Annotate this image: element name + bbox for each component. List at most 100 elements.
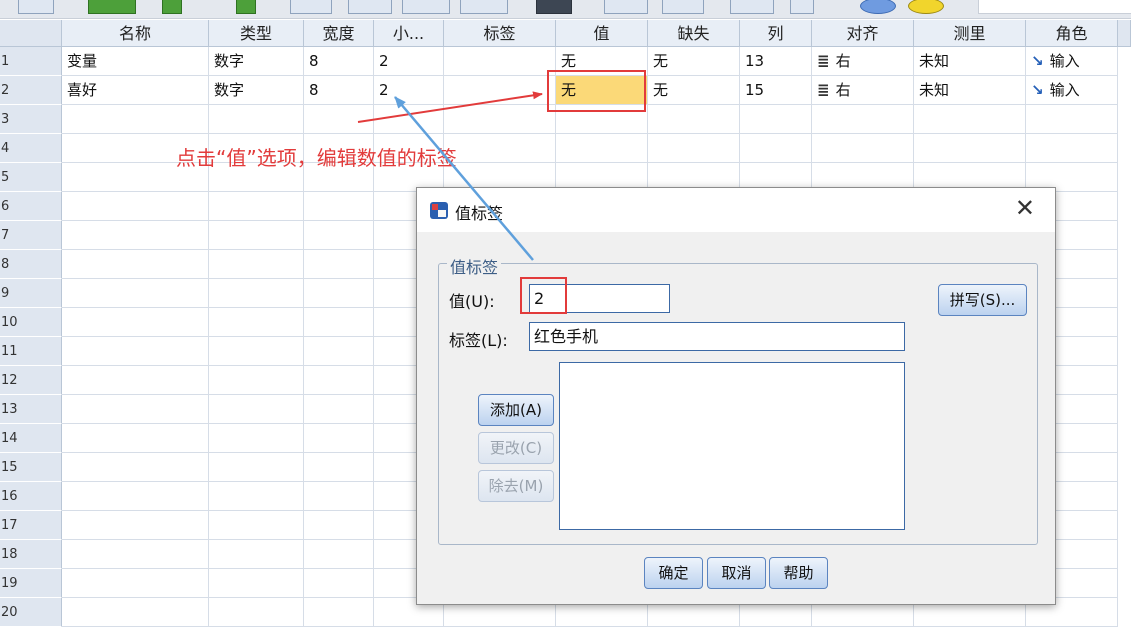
- header-label[interactable]: 标签: [444, 20, 556, 47]
- cell-decimals[interactable]: [374, 105, 444, 134]
- cell-width[interactable]: [304, 250, 374, 279]
- toolbar-split-icon[interactable]: [536, 0, 572, 14]
- cell-type[interactable]: [209, 511, 304, 540]
- cell-width[interactable]: [304, 453, 374, 482]
- cell-type[interactable]: [209, 221, 304, 250]
- cell-role[interactable]: ↘ 输入: [1026, 76, 1118, 105]
- toolbar-variables-icon[interactable]: [348, 0, 392, 14]
- cell-measure[interactable]: 未知: [914, 76, 1026, 105]
- toolbar-undo-icon[interactable]: [162, 0, 182, 14]
- cell-width[interactable]: 8: [304, 47, 374, 76]
- header-role[interactable]: 角色: [1026, 20, 1118, 47]
- cell-type[interactable]: [209, 540, 304, 569]
- cell-align[interactable]: ≣ 右: [812, 47, 914, 76]
- row-number[interactable]: 18: [0, 540, 62, 569]
- cell-values[interactable]: 无: [556, 47, 648, 76]
- cell-align[interactable]: ≣ 右: [812, 76, 914, 105]
- cell-align[interactable]: [812, 134, 914, 163]
- cell-values[interactable]: 无: [556, 76, 648, 105]
- cell-name[interactable]: [62, 279, 209, 308]
- row-number[interactable]: 7: [0, 221, 62, 250]
- cell-values[interactable]: [556, 105, 648, 134]
- cell-name[interactable]: [62, 453, 209, 482]
- cell-missing[interactable]: [648, 134, 740, 163]
- header-name[interactable]: 名称: [62, 20, 209, 47]
- cell-width[interactable]: [304, 482, 374, 511]
- header-align[interactable]: 对齐: [812, 20, 914, 47]
- toolbar-weight-icon[interactable]: [604, 0, 648, 14]
- cell-width[interactable]: [304, 395, 374, 424]
- cell-role[interactable]: [1026, 105, 1118, 134]
- spelling-button[interactable]: 拼写(S)...: [938, 284, 1027, 316]
- row-number[interactable]: 10: [0, 308, 62, 337]
- cell-align[interactable]: [812, 105, 914, 134]
- row-number[interactable]: 8: [0, 250, 62, 279]
- cell-type[interactable]: [209, 105, 304, 134]
- add-button[interactable]: 添加(A): [478, 394, 554, 426]
- value-input[interactable]: 2: [529, 284, 670, 313]
- cell-label[interactable]: [444, 134, 556, 163]
- cell-columns[interactable]: 15: [740, 76, 812, 105]
- cell-name[interactable]: [62, 105, 209, 134]
- header-decimals[interactable]: 小...: [374, 20, 444, 47]
- cell-type[interactable]: 数字: [209, 76, 304, 105]
- header-values[interactable]: 值: [556, 20, 648, 47]
- cell-width[interactable]: [304, 337, 374, 366]
- cell-missing[interactable]: [648, 105, 740, 134]
- cell-columns[interactable]: 13: [740, 47, 812, 76]
- cell-width[interactable]: [304, 279, 374, 308]
- toolbar-goto-case-icon[interactable]: [290, 0, 332, 14]
- row-number[interactable]: 14: [0, 424, 62, 453]
- cell-width[interactable]: [304, 569, 374, 598]
- row-number[interactable]: 3: [0, 105, 62, 134]
- cell-type[interactable]: [209, 308, 304, 337]
- cell-label[interactable]: [444, 105, 556, 134]
- toolbar-open-icon[interactable]: [18, 0, 54, 14]
- cell-type[interactable]: [209, 192, 304, 221]
- row-number[interactable]: 4: [0, 134, 62, 163]
- header-columns[interactable]: 列: [740, 20, 812, 47]
- toolbar-sets-icon[interactable]: [790, 0, 814, 14]
- cell-measure[interactable]: [914, 105, 1026, 134]
- cell-type[interactable]: [209, 395, 304, 424]
- toolbar-value-labels-icon[interactable]: [730, 0, 774, 14]
- cell-name[interactable]: [62, 250, 209, 279]
- toolbar-search-field[interactable]: [978, 0, 1131, 14]
- help-button[interactable]: 帮助: [769, 557, 828, 589]
- cell-width[interactable]: [304, 192, 374, 221]
- cell-type[interactable]: [209, 569, 304, 598]
- header-type[interactable]: 类型: [209, 20, 304, 47]
- cell-type[interactable]: [209, 453, 304, 482]
- cell-width[interactable]: [304, 308, 374, 337]
- toolbar-select-icon[interactable]: [662, 0, 704, 14]
- row-number[interactable]: 5: [0, 163, 62, 192]
- header-width[interactable]: 宽度: [304, 20, 374, 47]
- cell-missing[interactable]: 无: [648, 47, 740, 76]
- row-number[interactable]: 2: [0, 76, 62, 105]
- cell-width[interactable]: 8: [304, 76, 374, 105]
- cell-columns[interactable]: [740, 105, 812, 134]
- cell-name[interactable]: [62, 192, 209, 221]
- cell-type[interactable]: [209, 482, 304, 511]
- header-missing[interactable]: 缺失: [648, 20, 740, 47]
- cell-name[interactable]: [62, 569, 209, 598]
- close-icon[interactable]: ✕: [1015, 195, 1035, 221]
- cell-width[interactable]: [304, 105, 374, 134]
- change-button[interactable]: 更改(C): [478, 432, 554, 464]
- cell-name[interactable]: 喜好: [62, 76, 209, 105]
- value-labels-list[interactable]: [559, 362, 905, 530]
- cell-name[interactable]: [62, 511, 209, 540]
- row-number[interactable]: 9: [0, 279, 62, 308]
- toolbar-script-icon[interactable]: [908, 0, 944, 14]
- cell-decimals[interactable]: 2: [374, 47, 444, 76]
- cell-width[interactable]: [304, 540, 374, 569]
- cell-missing[interactable]: 无: [648, 76, 740, 105]
- cell-width[interactable]: [304, 511, 374, 540]
- cell-name[interactable]: [62, 366, 209, 395]
- cell-name[interactable]: [62, 424, 209, 453]
- cell-type[interactable]: [209, 366, 304, 395]
- cell-decimals[interactable]: 2: [374, 76, 444, 105]
- row-number[interactable]: 17: [0, 511, 62, 540]
- cell-columns[interactable]: [740, 134, 812, 163]
- row-number[interactable]: 13: [0, 395, 62, 424]
